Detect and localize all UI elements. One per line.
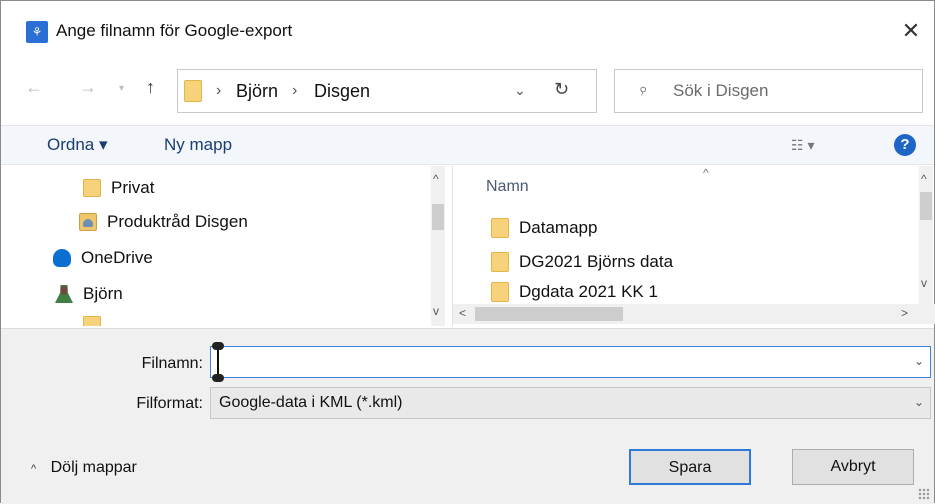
folder-icon (491, 218, 509, 238)
organize-menu[interactable]: Ordna ▾ (47, 135, 108, 155)
filename-label: Filnamn: (141, 355, 203, 372)
user-icon (55, 285, 73, 303)
cancel-button[interactable]: Avbryt (792, 449, 914, 485)
filename-field[interactable]: ⌄ (210, 342, 931, 382)
nav-item-label: OneDrive (81, 248, 153, 267)
file-row[interactable]: DG2021 Björns data (491, 252, 673, 272)
breadcrumb-separator-icon: › (216, 82, 222, 99)
nav-item-bjorn[interactable]: Björn (55, 284, 123, 304)
filename-input[interactable] (217, 349, 907, 375)
up-arrow-icon[interactable]: ↑ (146, 77, 155, 98)
window-title: Ange filnamn för Google-export (56, 21, 293, 40)
app-icon: ⚘ (26, 21, 48, 43)
file-list-scrollbar[interactable]: ^ v (919, 166, 933, 304)
search-icon: ⌕ (635, 79, 652, 100)
chevron-up-icon: ^ (31, 463, 37, 475)
nav-item-label: Björn (83, 284, 123, 303)
scroll-down-icon[interactable]: v (921, 276, 927, 290)
folder-icon (491, 282, 509, 302)
nav-item-partial[interactable] (83, 316, 111, 326)
scroll-right-icon[interactable]: > (901, 306, 908, 320)
save-button[interactable]: Spara (629, 449, 751, 485)
chevron-down-icon[interactable]: ⌄ (914, 395, 924, 409)
breadcrumb-disgen[interactable]: Disgen (314, 81, 370, 102)
title-bar: ⚘ Ange filnamn för Google-export ✕ (1, 1, 934, 55)
resize-grip-icon[interactable] (918, 488, 930, 500)
address-row: ← → ▾ ↑ › Björn › Disgen ⌄ ↻ ⌕ (1, 63, 934, 115)
sort-indicator-icon: ^ (703, 166, 709, 180)
column-header-name[interactable]: Namn (486, 178, 529, 196)
chevron-down-icon[interactable]: ⌄ (514, 82, 526, 99)
breadcrumb-separator-icon: › (292, 82, 298, 99)
file-name: Datamapp (519, 218, 598, 237)
refresh-icon[interactable]: ↻ (554, 79, 569, 100)
file-list: Namn ^ Datamapp DG2021 Björns data Dgdat… (471, 166, 935, 326)
file-row[interactable]: Dgdata 2021 KK 1 (491, 282, 658, 302)
scroll-thumb[interactable] (920, 192, 932, 220)
cloud-icon (53, 249, 71, 267)
scroll-down-icon[interactable]: v (433, 304, 439, 318)
file-row[interactable]: Datamapp (491, 218, 597, 238)
hide-folders-toggle[interactable]: ^ Dölj mappar (31, 459, 137, 477)
new-folder-button[interactable]: Ny mapp (164, 135, 232, 155)
command-bar: Ordna ▾ Ny mapp ☷ ▾ ? (1, 125, 934, 165)
help-icon[interactable]: ? (894, 134, 916, 156)
hide-folders-label: Dölj mappar (50, 459, 137, 476)
view-options-icon[interactable]: ☷ ▾ (791, 137, 814, 154)
back-arrow-icon[interactable]: ← (25, 77, 43, 98)
filetype-label: Filformat: (136, 395, 203, 412)
shared-folder-icon (79, 213, 97, 231)
scroll-left-icon[interactable]: < (459, 306, 466, 320)
folder-icon (83, 179, 101, 197)
scroll-up-icon[interactable]: ^ (921, 172, 927, 186)
nav-item-label: Privat (111, 178, 155, 197)
nav-item-privat[interactable]: Privat (83, 178, 154, 198)
file-name: Dgdata 2021 KK 1 (519, 282, 658, 301)
filetype-select[interactable]: Google-data i KML (*.kml) ⌄ (210, 387, 931, 419)
breadcrumb-bjorn[interactable]: Björn (236, 81, 278, 102)
nav-item-produktrad-disgen[interactable]: Produktråd Disgen (79, 212, 248, 232)
folder-icon (491, 252, 509, 272)
nav-item-label: Produktråd Disgen (107, 212, 248, 231)
scroll-up-icon[interactable]: ^ (433, 172, 439, 186)
filetype-value: Google-data i KML (*.kml) (219, 394, 403, 411)
navigation-pane: Privat Produktråd Disgen OneDrive Björn … (1, 166, 453, 326)
close-button[interactable]: ✕ (888, 11, 934, 51)
forward-arrow-icon[interactable]: → (79, 77, 97, 98)
horizontal-scrollbar[interactable]: < > (453, 304, 935, 324)
scroll-thumb[interactable] (432, 204, 444, 230)
save-dialog: ⚘ Ange filnamn för Google-export ✕ ← → ▾… (0, 0, 935, 504)
address-bar[interactable]: › Björn › Disgen ⌄ ↻ (177, 69, 597, 113)
save-options-panel: Filnamn: ⌄ Filformat: Google-data i KML … (1, 328, 934, 504)
folder-icon (184, 80, 202, 102)
scroll-thumb[interactable] (475, 307, 623, 321)
folder-icon (83, 316, 101, 326)
search-box[interactable]: ⌕ (614, 69, 923, 113)
search-input[interactable] (671, 77, 911, 105)
nav-item-onedrive[interactable]: OneDrive (53, 248, 153, 268)
nav-pane-scrollbar[interactable]: ^ v (431, 166, 445, 326)
chevron-down-icon[interactable]: ⌄ (914, 354, 924, 368)
recent-locations-chevron-icon[interactable]: ▾ (119, 83, 124, 94)
file-name: DG2021 Björns data (519, 252, 674, 271)
